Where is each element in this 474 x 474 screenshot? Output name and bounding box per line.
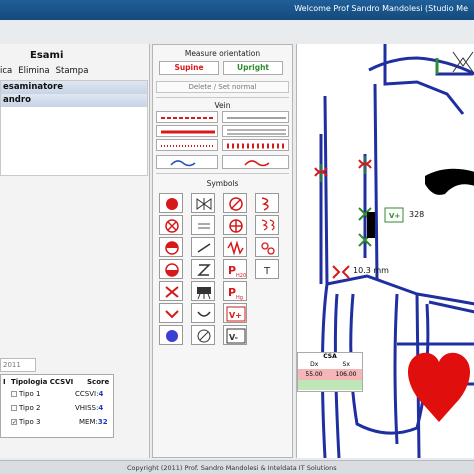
symbol-valve-button[interactable] — [191, 193, 215, 213]
list-item[interactable]: esaminatore — [1, 81, 147, 94]
menu-item-modifica[interactable]: ica — [0, 66, 12, 76]
score-table: I Tipologia CCSVI Score Tipo 1 Tipo 2 Ti… — [0, 374, 114, 438]
symbol-half-circle-button[interactable] — [159, 237, 183, 257]
measure-orientation-title: Measure orientation — [184, 49, 261, 58]
symbol-chevron-button[interactable] — [159, 303, 183, 323]
symbol-camera-button[interactable] — [191, 281, 215, 301]
symbols-title: Symbols — [206, 179, 239, 188]
checkbox[interactable] — [11, 391, 17, 397]
vein-wave-blue-button[interactable] — [156, 155, 218, 169]
symbol-p-h2o-button[interactable]: P H20 — [223, 259, 247, 279]
tools-panel: Measure orientation Supine Upright Delet… — [152, 44, 293, 458]
symbol-blue-circle-button[interactable] — [159, 325, 183, 345]
upright-toggle[interactable]: Upright — [223, 61, 283, 75]
supine-toggle[interactable]: Supine — [159, 61, 219, 75]
measure-value: 328 — [409, 210, 425, 219]
vein-title: Vein — [214, 101, 231, 110]
svg-text:V+: V+ — [229, 311, 242, 320]
vein-wave-red-button[interactable] — [222, 155, 289, 169]
type-option[interactable]: Tipo 1 — [11, 390, 40, 398]
symbol-v-minus-button[interactable]: V- — [223, 325, 247, 345]
symbol-zigzag-button[interactable] — [223, 237, 247, 257]
column-header: I — [3, 378, 6, 386]
symbol-coil-button[interactable] — [255, 193, 279, 213]
symbol-p-hg-button[interactable]: P Hg — [223, 281, 247, 301]
vein-dashed-red-button[interactable] — [156, 111, 218, 123]
symbol-x-circle-button[interactable] — [159, 215, 183, 235]
exams-list: esaminatore andro — [0, 80, 148, 176]
svg-text:P: P — [228, 286, 236, 299]
column-header: Score — [87, 378, 110, 386]
csa-row2-sx — [330, 380, 362, 390]
csa-row1-sx: 106.00 — [335, 371, 357, 378]
symbol-t-button[interactable]: T — [255, 259, 279, 279]
csa-table: CSA Dx Sx 55.00 106.00 — [297, 352, 363, 392]
vein-striped-red-button[interactable] — [222, 139, 289, 151]
vein-solid-red-button[interactable] — [156, 125, 218, 137]
diagram-canvas[interactable]: V+ 328 10.3 mm CSA Dx Sx 55.00 106.00 — [296, 44, 474, 458]
csa-sx-header: Sx — [342, 361, 350, 368]
vein-diagram[interactable] — [297, 44, 474, 458]
svg-text:Hg: Hg — [236, 295, 243, 301]
score-vhiss: VHISS:4 — [75, 404, 104, 412]
column-header: Tipologia CCSVI — [11, 378, 74, 386]
symbol-slash-button[interactable] — [191, 237, 215, 257]
svg-text:H20: H20 — [236, 273, 246, 279]
exams-title: Esami — [30, 50, 64, 61]
menu-item-stampa[interactable]: Stampa — [56, 66, 89, 76]
symbol-double-coil-button[interactable] — [255, 215, 279, 235]
vein-thin-line-button[interactable] — [222, 111, 289, 123]
exams-panel: Esami ica Elimina Stampa esaminatore and… — [0, 44, 150, 458]
csa-dx-header: Dx — [310, 361, 319, 368]
list-item[interactable]: andro — [1, 94, 147, 107]
diameter-label: 10.3 mm — [353, 266, 389, 275]
status-bar: Copyright (2011) Prof. Sandro Mandolesi … — [0, 460, 474, 474]
symbol-red-circle-button[interactable] — [159, 193, 183, 213]
window-title: Welcome Prof Sandro Mandolesi (Studio Me — [294, 4, 468, 13]
v-plus-label: V+ — [389, 212, 401, 220]
score-ccsvi: CCSVI:4 — [75, 390, 104, 398]
vein-dotted-red-button[interactable] — [156, 139, 218, 151]
symbol-circles-pair-button[interactable] — [255, 237, 279, 257]
checkbox[interactable] — [11, 419, 17, 425]
symbol-slash-circle-button[interactable] — [191, 325, 215, 345]
csa-title: CSA — [323, 353, 337, 360]
symbol-crossed-circle-button[interactable] — [223, 193, 247, 213]
vein-double-line-button[interactable] — [222, 125, 289, 137]
symbol-lines-button[interactable] — [191, 215, 215, 235]
exams-menu: ica Elimina Stampa — [0, 66, 88, 76]
type-option[interactable]: Tipo 2 — [11, 404, 40, 412]
svg-text:P: P — [228, 264, 236, 277]
date-field[interactable]: 2011 — [0, 358, 36, 372]
symbol-arc-button[interactable] — [191, 303, 215, 323]
menu-item-elimina[interactable]: Elimina — [18, 66, 49, 76]
svg-text:V-: V- — [229, 333, 238, 342]
delete-set-normal-button[interactable]: Delete / Set normal — [156, 81, 289, 93]
symbol-z-button[interactable] — [191, 259, 215, 279]
symbol-cross-circle-button[interactable] — [223, 215, 247, 235]
svg-text:T: T — [263, 266, 271, 277]
checkbox[interactable] — [11, 405, 17, 411]
csa-row1-dx: 55.00 — [305, 371, 323, 378]
symbol-x-red-button[interactable] — [159, 281, 183, 301]
symbol-v-plus-button[interactable]: V+ — [223, 303, 247, 323]
copyright-text: Copyright (2011) Prof. Sandro Mandolesi … — [127, 464, 337, 472]
symbol-lower-half-circle-button[interactable] — [159, 259, 183, 279]
type-option[interactable]: Tipo 3 — [11, 418, 40, 426]
score-mem: MEM:32 — [79, 418, 108, 426]
csa-row2-dx — [298, 380, 330, 390]
title-bar: Welcome Prof Sandro Mandolesi (Studio Me — [0, 0, 474, 20]
